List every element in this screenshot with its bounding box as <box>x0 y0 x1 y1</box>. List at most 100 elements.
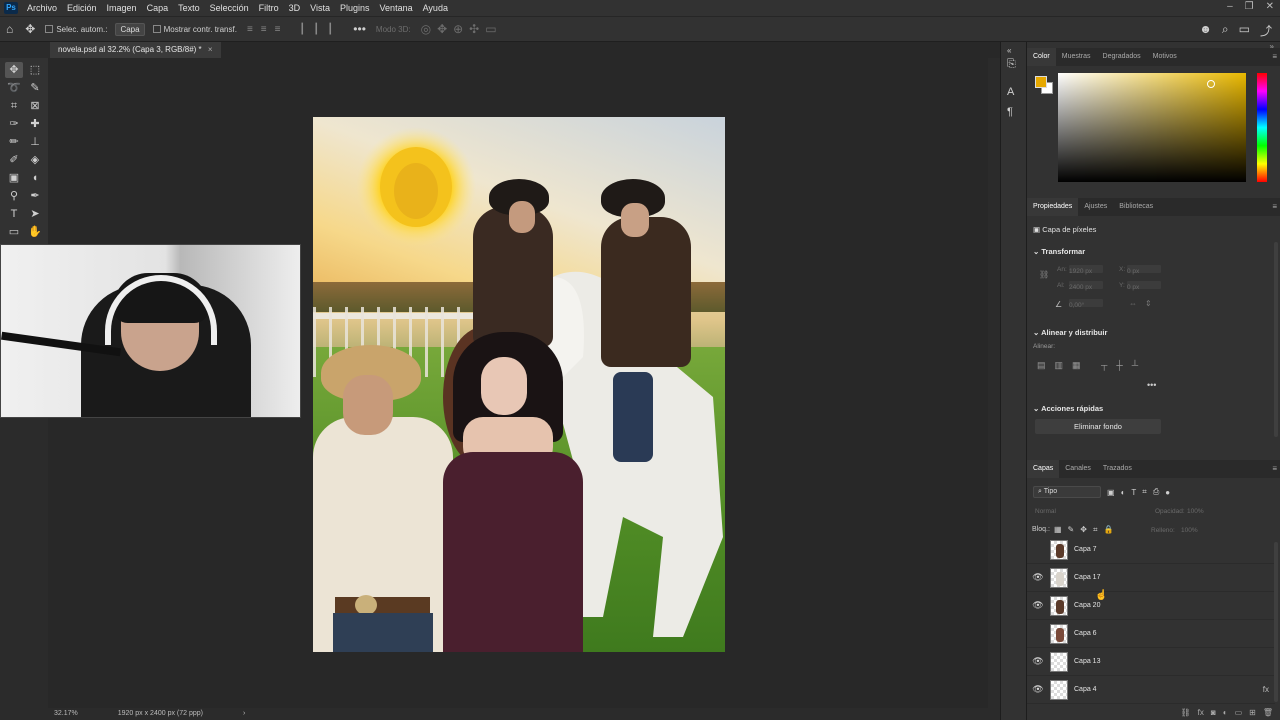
filter-toggle-icon[interactable]: ● <box>1165 488 1170 497</box>
delete-layer-icon[interactable]: 🗑 <box>1263 708 1273 717</box>
layer-row[interactable]: Capa 7 <box>1027 536 1275 564</box>
menu-capa[interactable]: Capa <box>142 0 174 16</box>
shape-filter-icon[interactable]: ⌗ <box>1142 487 1147 497</box>
auto-select-checkbox[interactable]: Selec. autom.: <box>45 25 107 34</box>
y-field[interactable]: 0 px <box>1127 281 1161 291</box>
home-icon[interactable]: ⌂ <box>6 22 13 36</box>
gradient-tool-icon[interactable]: ▣ <box>5 170 23 186</box>
layer-row[interactable]: 👁 Capa 4 fx <box>1027 676 1275 704</box>
eye-icon[interactable]: 👁 <box>1027 656 1049 667</box>
more-options-icon[interactable]: ••• <box>1147 380 1156 390</box>
layer-row[interactable]: 👁 Capa 20 <box>1027 592 1275 620</box>
color-picker-handle[interactable] <box>1207 80 1215 88</box>
menu-texto[interactable]: Texto <box>173 0 205 16</box>
menu-vista[interactable]: Vista <box>305 0 335 16</box>
rectangle-tool-icon[interactable]: ▭ <box>5 224 23 240</box>
tab-bibliotecas[interactable]: Bibliotecas <box>1113 198 1159 216</box>
eye-icon[interactable]: 👁 <box>1027 600 1049 611</box>
3d-tools-icons[interactable]: ◎✥⊕✣▭ <box>421 22 503 36</box>
foreground-color-swatch[interactable] <box>1035 76 1047 88</box>
tab-capas[interactable]: Capas <box>1027 460 1060 478</box>
close-tab-icon[interactable]: × <box>208 45 213 54</box>
eraser-tool-icon[interactable]: ◈ <box>26 152 44 168</box>
eyedropper-icon[interactable]: ✑ <box>5 116 23 132</box>
lasso-tool-icon[interactable]: ➰ <box>5 80 23 96</box>
tab-ajustes[interactable]: Ajustes <box>1078 198 1113 216</box>
panel-menu-icon[interactable]: ≡ <box>1272 464 1277 473</box>
workspace-icon[interactable]: ▭ <box>1239 22 1250 39</box>
crop-tool-icon[interactable]: ⌗ <box>5 98 23 114</box>
brush-tool-icon[interactable]: ✏ <box>5 134 23 150</box>
document-canvas[interactable] <box>313 117 725 652</box>
panel-menu-icon[interactable]: ≡ <box>1272 52 1277 61</box>
link-icon[interactable]: ⛓ <box>1039 270 1049 279</box>
move-tool-icon[interactable]: ✥ <box>25 22 35 36</box>
zoom-level[interactable]: 32.17% <box>54 708 78 720</box>
color-picker-field[interactable] <box>1058 73 1246 182</box>
layer-filter-dropdown[interactable]: ⌕ Tipo <box>1033 486 1101 498</box>
adjustment-filter-icon[interactable]: ◐ <box>1121 488 1126 497</box>
more-options-icon[interactable]: ••• <box>353 22 366 36</box>
quick-actions-section[interactable]: ⌄ Acciones rápidas <box>1033 404 1103 413</box>
quick-select-icon[interactable]: ✎ <box>26 80 44 96</box>
flip-icons[interactable]: ⇔⇕ <box>1129 299 1160 308</box>
frame-tool-icon[interactable]: ⊠ <box>26 98 44 114</box>
character-icon[interactable]: A <box>1007 86 1014 98</box>
tab-trazados[interactable]: Trazados <box>1097 460 1138 478</box>
menu-plugins[interactable]: Plugins <box>335 0 375 16</box>
checkbox-icon[interactable] <box>45 25 54 34</box>
hand-tool-icon[interactable]: ✋ <box>26 224 44 240</box>
layer-row[interactable]: 👁 Capa 17 <box>1027 564 1275 592</box>
document-tab[interactable]: novela.psd al 32.2% (Capa 3, RGB/8#) * × <box>50 42 221 58</box>
minimize-icon[interactable]: – <box>1227 0 1233 14</box>
height-field[interactable]: 2400 px <box>1069 281 1103 291</box>
fill-value[interactable]: 100% <box>1181 527 1198 534</box>
restore-icon[interactable]: ❐ <box>1245 0 1254 14</box>
menu-archivo[interactable]: Archivo <box>22 0 62 16</box>
blur-tool-icon[interactable]: ◖ <box>26 170 44 186</box>
properties-scrollbar[interactable] <box>1274 242 1278 437</box>
new-adjustment-icon[interactable]: ◐ <box>1223 708 1228 717</box>
chevron-right-icon[interactable]: › <box>243 708 245 720</box>
panel-menu-icon[interactable]: ≡ <box>1272 202 1277 211</box>
menu-imagen[interactable]: Imagen <box>102 0 142 16</box>
align-icons[interactable]: ≡≡≡ ┃┃┃ <box>247 24 341 35</box>
pixel-filter-icon[interactable]: ▣ <box>1107 488 1115 497</box>
pen-tool-icon[interactable]: ✒ <box>26 188 44 204</box>
add-style-icon[interactable]: fx <box>1198 708 1204 717</box>
menu-ayuda[interactable]: Ayuda <box>418 0 453 16</box>
checkbox-icon[interactable] <box>152 25 161 34</box>
dodge-tool-icon[interactable]: ⚲ <box>5 188 23 204</box>
menu-edicion[interactable]: Edición <box>62 0 102 16</box>
stamp-tool-icon[interactable]: ⊥ <box>26 134 44 150</box>
close-icon[interactable]: ✕ <box>1266 0 1274 14</box>
add-mask-icon[interactable]: ◙ <box>1211 708 1216 717</box>
width-field[interactable]: 1920 px <box>1069 265 1103 275</box>
auto-select-dropdown[interactable]: Capa <box>115 22 145 36</box>
link-layers-icon[interactable]: ⛓ <box>1181 708 1191 717</box>
share-icon[interactable]: ☻ <box>1199 22 1212 39</box>
remove-background-button[interactable]: Eliminar fondo <box>1035 419 1161 434</box>
tab-color[interactable]: Color <box>1027 48 1056 66</box>
blend-mode[interactable]: Normal <box>1035 508 1056 515</box>
layers-scrollbar[interactable] <box>1274 542 1278 702</box>
tab-propiedades[interactable]: Propiedades <box>1027 198 1079 216</box>
history-icon[interactable]: ⎘ <box>1007 58 1016 71</box>
opacity-value[interactable]: 100% <box>1187 508 1204 515</box>
tab-muestras[interactable]: Muestras <box>1056 48 1097 66</box>
x-field[interactable]: 0 px <box>1127 265 1161 275</box>
tab-canales[interactable]: Canales <box>1059 460 1097 478</box>
layer-effects-icon[interactable]: fx <box>1263 685 1269 694</box>
tab-motivos[interactable]: Motivos <box>1147 48 1183 66</box>
transform-section[interactable]: ⌄ Transformar <box>1033 247 1085 256</box>
menu-3d[interactable]: 3D <box>284 0 306 16</box>
new-group-icon[interactable]: ▭ <box>1235 708 1243 717</box>
menu-ventana[interactable]: Ventana <box>375 0 418 16</box>
angle-field[interactable]: 0,00° <box>1069 299 1103 309</box>
layer-row[interactable]: Capa 6 <box>1027 620 1275 648</box>
eye-icon[interactable]: 👁 <box>1027 572 1049 583</box>
layer-row[interactable]: 👁 Capa 13 <box>1027 648 1275 676</box>
history-brush-icon[interactable]: ✐ <box>5 152 23 168</box>
share-arrow-icon[interactable]: ⤴ <box>1260 22 1272 39</box>
align-section[interactable]: ⌄ Alinear y distribuir <box>1033 328 1107 337</box>
